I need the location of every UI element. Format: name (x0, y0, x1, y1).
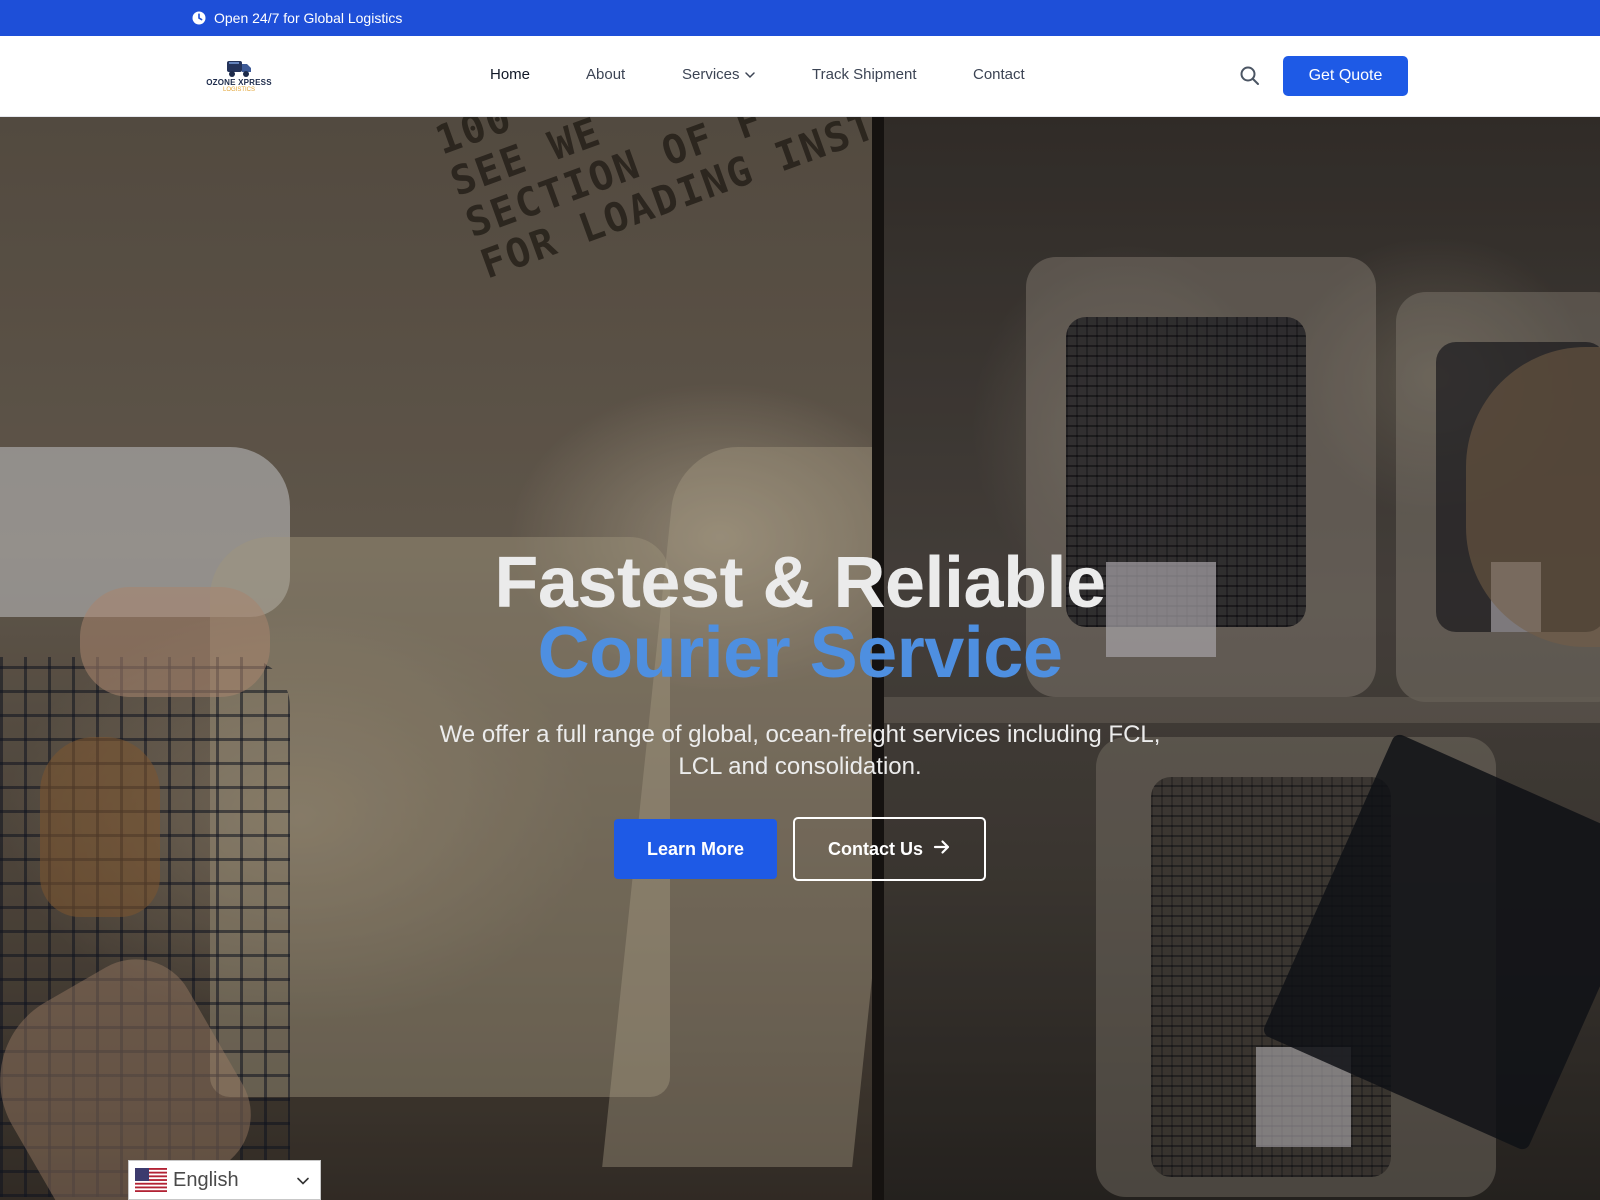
learn-more-button[interactable]: Learn More (614, 819, 777, 879)
hero-title-accent: Courier Service (537, 613, 1063, 693)
language-label: English (173, 1168, 239, 1191)
search-icon[interactable] (1238, 64, 1262, 88)
nav-services[interactable]: Services (682, 66, 756, 83)
nav-track-shipment[interactable]: Track Shipment (812, 66, 916, 83)
clock-icon (192, 11, 206, 25)
hero-title: Fastest & Reliable (494, 543, 1106, 623)
language-selector[interactable]: English (128, 1160, 321, 1200)
nav-services-label: Services (682, 66, 740, 83)
hero-section: 100 SEE WE SECTION OF F FOR LOADING INST… (0, 117, 1600, 1200)
logo[interactable]: OZONE XPRESS LOGISTICS (204, 58, 274, 98)
topbar-text: Open 24/7 for Global Logistics (214, 10, 403, 26)
navbar: OZONE XPRESS LOGISTICS Home About Servic… (0, 36, 1600, 117)
nav-home[interactable]: Home (490, 66, 530, 83)
nav-contact[interactable]: Contact (973, 66, 1025, 83)
logo-title: OZONE XPRESS (206, 78, 272, 87)
contact-us-button[interactable]: Contact Us (793, 817, 986, 881)
hero-subtitle: We offer a full range of global, ocean-f… (439, 721, 1161, 780)
logo-subtitle: LOGISTICS (222, 87, 255, 93)
chevron-down-icon (296, 1174, 310, 1193)
topbar: Open 24/7 for Global Logistics (0, 0, 1600, 36)
chevron-down-icon (740, 66, 756, 83)
nav-about[interactable]: About (586, 66, 625, 83)
us-flag-icon (135, 1168, 167, 1192)
topbar-content: Open 24/7 for Global Logistics (192, 0, 402, 36)
contact-us-label: Contact Us (827, 838, 923, 859)
arrow-right-icon (933, 839, 951, 860)
get-quote-button[interactable]: Get Quote (1283, 56, 1408, 96)
